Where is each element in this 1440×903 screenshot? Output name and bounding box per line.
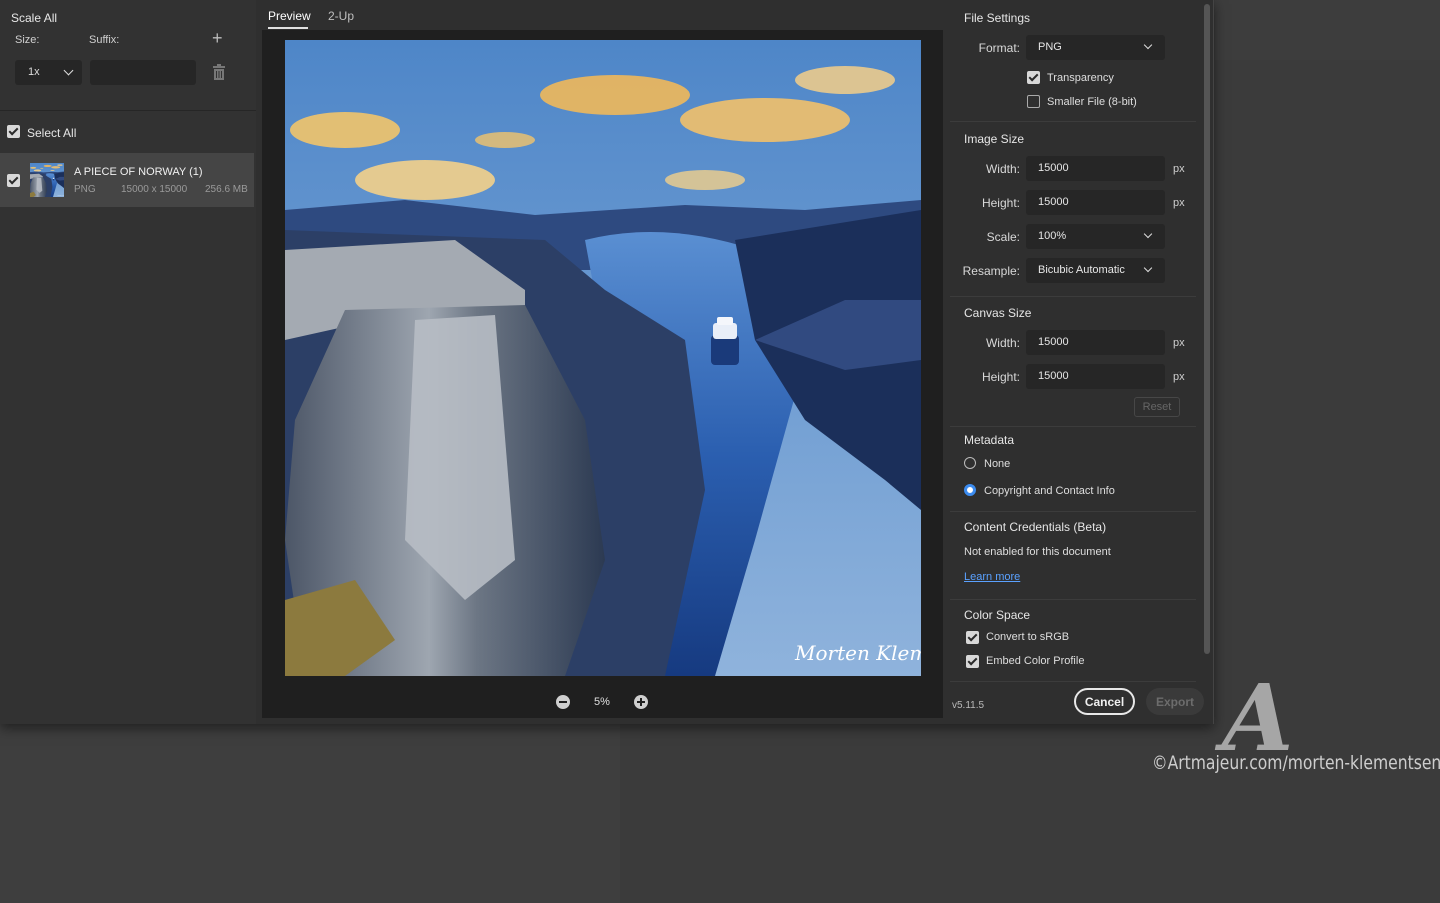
watermark-logo: A bbox=[1222, 664, 1294, 772]
format-label: Format: bbox=[978, 41, 1020, 55]
smaller-file-checkbox[interactable] bbox=[1027, 95, 1040, 108]
asset-name: A PIECE OF NORWAY (1) bbox=[74, 166, 203, 178]
metadata-copyright-radio[interactable] bbox=[964, 484, 976, 496]
suffix-input[interactable] bbox=[90, 60, 196, 85]
transparency-label: Transparency bbox=[1047, 72, 1114, 84]
cancel-button[interactable]: Cancel bbox=[1074, 688, 1135, 715]
scale-all-title: Scale All bbox=[11, 11, 58, 25]
asset-filesize: 256.6 MB bbox=[205, 184, 248, 195]
image-height-label: Height: bbox=[981, 196, 1020, 210]
trash-icon[interactable] bbox=[212, 64, 226, 80]
content-credentials-status: Not enabled for this document bbox=[964, 546, 1111, 558]
format-select-value: PNG bbox=[1038, 41, 1062, 53]
file-settings-section: File Settings Format: PNG Transparency S… bbox=[950, 0, 1196, 122]
scale-select[interactable]: 1x bbox=[15, 60, 82, 85]
scale-label: Scale: bbox=[986, 230, 1020, 244]
zoom-level: 5% bbox=[594, 696, 610, 708]
smaller-file-label: Smaller File (8-bit) bbox=[1047, 96, 1137, 108]
metadata-title: Metadata bbox=[964, 433, 1015, 447]
export-as-dialog: Scale All Size: Suffix: + 1x Select All … bbox=[0, 0, 1214, 724]
asset-format: PNG bbox=[74, 184, 96, 195]
active-tab-indicator bbox=[268, 27, 308, 29]
export-button[interactable]: Export bbox=[1146, 688, 1204, 715]
canvas-width-input[interactable]: 15000 bbox=[1026, 330, 1165, 355]
image-size-section: Image Size Width: 15000 px Height: 15000… bbox=[950, 122, 1196, 297]
preview-image bbox=[285, 40, 921, 676]
scale-select-value: 100% bbox=[1038, 230, 1067, 242]
resample-label: Resample: bbox=[962, 264, 1020, 278]
tab-preview[interactable]: Preview bbox=[268, 9, 311, 23]
background-panel bbox=[0, 724, 620, 903]
canvas-width-unit: px bbox=[1173, 337, 1185, 349]
canvas-width-label: Width: bbox=[985, 336, 1020, 350]
image-width-label: Width: bbox=[985, 162, 1020, 176]
metadata-copyright-label: Copyright and Contact Info bbox=[984, 485, 1115, 497]
asset-list-item[interactable]: A PIECE OF NORWAY (1) PNG 15000 x 15000 … bbox=[0, 153, 254, 207]
reset-button[interactable]: Reset bbox=[1134, 397, 1180, 417]
select-all-label: Select All bbox=[27, 126, 77, 140]
metadata-none-label: None bbox=[984, 458, 1011, 470]
color-space-title: Color Space bbox=[964, 608, 1031, 622]
background-strip bbox=[1215, 0, 1440, 60]
add-scale-icon[interactable]: + bbox=[212, 28, 223, 49]
image-width-input[interactable]: 15000 bbox=[1026, 156, 1165, 181]
content-credentials-title: Content Credentials (Beta) bbox=[964, 520, 1107, 534]
settings-scrollbar[interactable] bbox=[1204, 4, 1210, 654]
canvas-height-label: Height: bbox=[981, 370, 1020, 384]
format-select[interactable]: PNG bbox=[1026, 35, 1165, 60]
background-photo-bottom bbox=[620, 724, 1440, 903]
canvas-height-input[interactable]: 15000 bbox=[1026, 364, 1165, 389]
asset-thumbnail bbox=[30, 163, 64, 197]
file-settings-title: File Settings bbox=[964, 11, 1031, 25]
chevron-down-icon bbox=[1143, 229, 1153, 239]
learn-more-link[interactable]: Learn more bbox=[964, 571, 1020, 583]
transparency-checkbox[interactable] bbox=[1027, 71, 1040, 84]
select-all-checkbox[interactable] bbox=[7, 125, 20, 138]
resample-select[interactable]: Bicubic Automatic bbox=[1026, 258, 1165, 283]
suffix-label: Suffix: bbox=[89, 34, 120, 46]
resample-select-value: Bicubic Automatic bbox=[1038, 264, 1125, 276]
zoom-in-icon[interactable] bbox=[634, 695, 648, 709]
scale-select-value: 1x bbox=[28, 66, 40, 78]
chevron-down-icon bbox=[63, 65, 74, 76]
asset-dimensions: 15000 x 15000 bbox=[121, 184, 188, 195]
embed-profile-checkbox[interactable] bbox=[966, 655, 979, 668]
watermark-text: ©Artmajeur.com/morten-klementsen bbox=[1152, 752, 1440, 774]
zoom-out-icon[interactable] bbox=[556, 695, 570, 709]
canvas-height-unit: px bbox=[1173, 371, 1185, 383]
size-label: Size: bbox=[15, 34, 40, 46]
chevron-down-icon bbox=[1143, 263, 1153, 273]
convert-srgb-label: Convert to sRGB bbox=[986, 631, 1070, 643]
scale-select[interactable]: 100% bbox=[1026, 224, 1165, 249]
embed-profile-label: Embed Color Profile bbox=[986, 655, 1085, 667]
image-height-unit: px bbox=[1173, 197, 1185, 209]
canvas-size-title: Canvas Size bbox=[964, 306, 1032, 320]
assets-panel: Scale All Size: Suffix: + 1x Select All … bbox=[0, 0, 256, 724]
content-credentials-section: Content Credentials (Beta) Not enabled f… bbox=[950, 512, 1196, 600]
metadata-section: Metadata None Copyright and Contact Info bbox=[950, 427, 1196, 512]
asset-checkbox[interactable] bbox=[7, 174, 20, 187]
settings-panel: File Settings Format: PNG Transparency S… bbox=[950, 0, 1206, 724]
image-size-title: Image Size bbox=[964, 132, 1025, 146]
image-height-input[interactable]: 15000 bbox=[1026, 190, 1165, 215]
color-space-section: Color Space Convert to sRGB Embed Color … bbox=[950, 600, 1196, 682]
tab-2-up[interactable]: 2-Up bbox=[328, 9, 354, 23]
divider bbox=[0, 110, 256, 111]
metadata-none-radio[interactable] bbox=[964, 457, 976, 469]
convert-srgb-checkbox[interactable] bbox=[966, 631, 979, 644]
chevron-down-icon bbox=[1143, 40, 1153, 50]
version-label: v5.11.5 bbox=[952, 700, 985, 711]
image-width-unit: px bbox=[1173, 163, 1185, 175]
